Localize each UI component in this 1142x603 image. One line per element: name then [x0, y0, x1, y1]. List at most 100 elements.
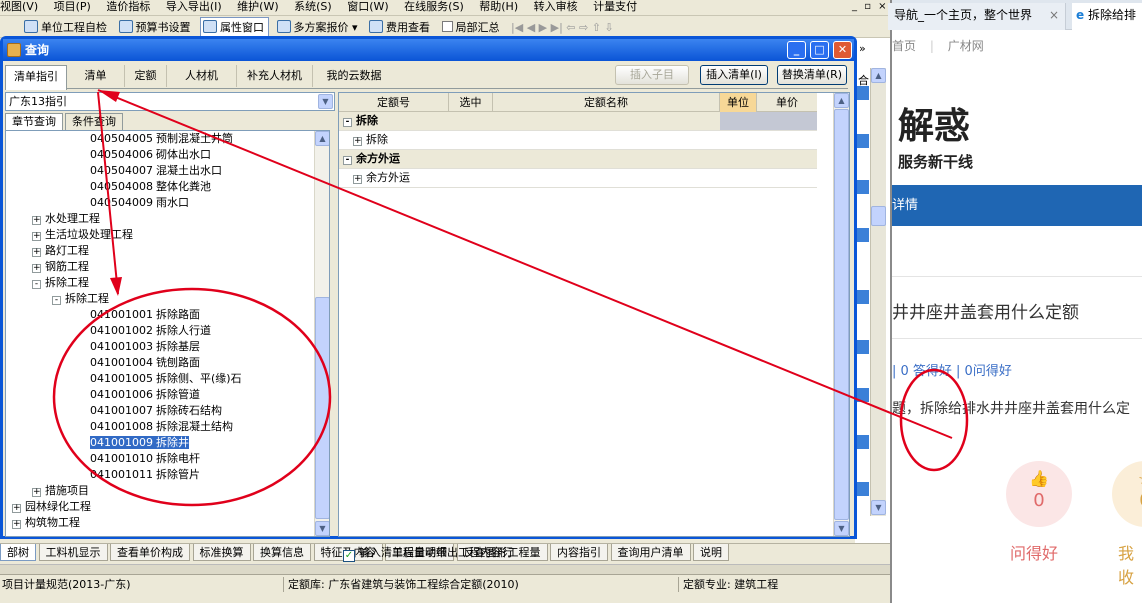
- tab-conversion-info[interactable]: 换算信息: [253, 544, 311, 561]
- tree-node[interactable]: + 措施项目: [32, 483, 89, 499]
- collapse-icon[interactable]: -: [52, 296, 61, 305]
- tab-content-guide[interactable]: 内容指引: [550, 544, 608, 561]
- scroll-up-icon[interactable]: ▲: [871, 68, 886, 83]
- tab-cloud-data[interactable]: 我的云数据: [313, 65, 395, 87]
- tab-chapter-query[interactable]: 章节查询: [5, 113, 63, 131]
- tab-unit-price[interactable]: 查看单价构成: [110, 544, 190, 561]
- tree-item-041001007[interactable]: 041001007 拆除砖石结构: [90, 403, 222, 419]
- tree-item-041001009[interactable]: 041001009 拆除井: [90, 435, 189, 451]
- fee-view-button[interactable]: 费用查看: [367, 18, 434, 37]
- tree-item-041001006[interactable]: 041001006 拆除管道: [90, 387, 200, 403]
- tree-item-041001011[interactable]: 041001011 拆除管片: [90, 467, 200, 483]
- like-question-button[interactable]: 👍 0: [1006, 461, 1072, 527]
- expand-icon[interactable]: +: [12, 504, 21, 513]
- expand-arrow-icon[interactable]: »: [859, 42, 871, 56]
- tree-node[interactable]: + 钢筋工程: [32, 259, 89, 275]
- browser-tab-active[interactable]: e 拆除给排: [1072, 3, 1142, 30]
- tree-item-040504005[interactable]: 040504005 预制混凝土井筒: [90, 131, 233, 147]
- tree-item-040504008[interactable]: 040504008 整体化粪池: [90, 179, 211, 195]
- menu-item-system[interactable]: 系统(S): [294, 0, 332, 14]
- tree-node[interactable]: + 构筑物工程: [12, 515, 80, 531]
- tree-item-041001003[interactable]: 041001003 拆除基层: [90, 339, 200, 355]
- menu-item-project[interactable]: 项目(P): [54, 0, 91, 14]
- tree-item-041001004[interactable]: 041001004 铣刨路面: [90, 355, 200, 371]
- tab-notes[interactable]: 说明: [693, 544, 729, 561]
- tab-list-guide[interactable]: 清单指引: [5, 65, 67, 90]
- tab-materials[interactable]: 工料机显示: [38, 544, 108, 561]
- horizontal-scrollbar[interactable]: [0, 564, 890, 574]
- tree-item-041001010[interactable]: 041001010 拆除电杆: [90, 451, 200, 467]
- collapse-icon[interactable]: -: [32, 280, 41, 289]
- tree-node[interactable]: + 水处理工程: [32, 211, 100, 227]
- tab-standard-conversion[interactable]: 标准换算: [192, 544, 251, 561]
- column-quota-name[interactable]: 定额名称: [493, 93, 720, 112]
- tree-item-040504007[interactable]: 040504007 混凝土出水口: [90, 163, 222, 179]
- tab-supplement-material[interactable]: 补充人材机: [237, 65, 313, 87]
- tab-list[interactable]: 清单: [67, 65, 125, 87]
- menu-item-payment[interactable]: 计量支付: [593, 0, 637, 14]
- column-quota-number[interactable]: 定额号: [339, 93, 449, 112]
- nav-material-site[interactable]: 广材网: [948, 39, 984, 53]
- column-unit-price[interactable]: 单价: [757, 93, 817, 112]
- tree-scrollbar[interactable]: ▲ ▼: [314, 131, 329, 536]
- question-stats[interactable]: | 0 答得好 | 0问得好: [892, 360, 1012, 379]
- library-select[interactable]: 广东13指引 ▼: [5, 92, 335, 111]
- collect-button[interactable]: ☆ 0: [1112, 461, 1142, 527]
- tree-item-041001002[interactable]: 041001002 拆除人行道: [90, 323, 211, 339]
- tree-node[interactable]: + 生活垃圾处理工程: [32, 227, 133, 243]
- expand-icon[interactable]: +: [32, 248, 41, 257]
- tab-labor-material[interactable]: 人材机: [167, 65, 237, 87]
- budget-settings-button[interactable]: 预算书设置: [117, 18, 195, 37]
- browser-tab-nav[interactable]: 导航_一个主页，整个世界 ×: [888, 3, 1066, 30]
- menu-item-window[interactable]: 窗口(W): [347, 0, 388, 14]
- app-vertical-scrollbar[interactable]: ▲ ▼: [870, 68, 886, 516]
- menu-item-maintain[interactable]: 维护(W): [237, 0, 278, 14]
- expand-icon[interactable]: +: [353, 137, 362, 146]
- nav-home[interactable]: 首页: [892, 39, 916, 53]
- scroll-thumb[interactable]: [871, 206, 886, 226]
- replace-list-button[interactable]: 替换清单(R): [777, 65, 847, 85]
- tab-user-list[interactable]: 查询用户清单: [610, 544, 691, 561]
- multi-quote-button[interactable]: 多方案报价 ▾: [275, 18, 362, 37]
- expand-icon[interactable]: +: [32, 488, 41, 497]
- tab-condition-query[interactable]: 条件查询: [65, 113, 123, 130]
- menu-item-view[interactable]: 视图(V): [0, 0, 38, 14]
- tree-item-041001008[interactable]: 041001008 拆除混凝土结构: [90, 419, 233, 435]
- grid-row[interactable]: - 拆除: [339, 112, 817, 131]
- menu-item-import-export[interactable]: 导入导出(I): [166, 0, 222, 14]
- minimize-icon[interactable]: _: [852, 1, 857, 12]
- menu-item-online[interactable]: 在线服务(S): [404, 0, 464, 14]
- column-unit[interactable]: 单位: [720, 93, 757, 112]
- tree-node[interactable]: + 园林绿化工程: [12, 499, 91, 515]
- menu-item-transfer-audit[interactable]: 转入审核: [534, 0, 578, 14]
- scroll-up-icon[interactable]: ▲: [315, 131, 329, 146]
- details-link[interactable]: 详情: [892, 198, 918, 213]
- tree-item-040504009[interactable]: 040504009 雨水口: [90, 195, 189, 211]
- collapse-icon[interactable]: -: [343, 118, 352, 127]
- scroll-thumb[interactable]: [315, 297, 329, 519]
- tree-item-041001005[interactable]: 041001005 拆除侧、平(缘)石: [90, 371, 242, 387]
- auto-content-checkbox[interactable]: ✓: [343, 550, 355, 562]
- scroll-down-icon[interactable]: ▼: [871, 500, 886, 515]
- close-tab-icon[interactable]: ×: [1049, 3, 1059, 27]
- grid-row[interactable]: + 余方外运: [339, 169, 817, 188]
- grid-row[interactable]: - 余方外运: [339, 150, 817, 169]
- property-window-button[interactable]: 属性窗口: [200, 17, 269, 37]
- checkbox[interactable]: [441, 21, 453, 32]
- expand-icon[interactable]: +: [32, 232, 41, 241]
- insert-list-button[interactable]: 插入清单(I): [700, 65, 768, 85]
- scroll-down-icon[interactable]: ▼: [315, 521, 329, 536]
- tab-tree[interactable]: 部树: [0, 544, 36, 561]
- auto-content-option[interactable]: ✓ 输入清单后自动带出工程内容行: [343, 544, 513, 562]
- dialog-titlebar[interactable]: 查询 _ □ ✕: [3, 39, 854, 61]
- minimize-button[interactable]: _: [787, 41, 806, 59]
- expand-icon[interactable]: +: [353, 175, 362, 184]
- scroll-up-icon[interactable]: ▲: [834, 93, 849, 108]
- chevron-down-icon[interactable]: ▼: [318, 94, 333, 109]
- scroll-thumb[interactable]: [834, 109, 849, 520]
- tree-node[interactable]: - 拆除工程: [32, 275, 89, 291]
- unit-index-button[interactable]: 单位工程自检: [22, 18, 111, 37]
- maximize-button[interactable]: □: [810, 41, 829, 59]
- menu-item-help[interactable]: 帮助(H): [479, 0, 518, 14]
- close-button[interactable]: ✕: [833, 41, 852, 59]
